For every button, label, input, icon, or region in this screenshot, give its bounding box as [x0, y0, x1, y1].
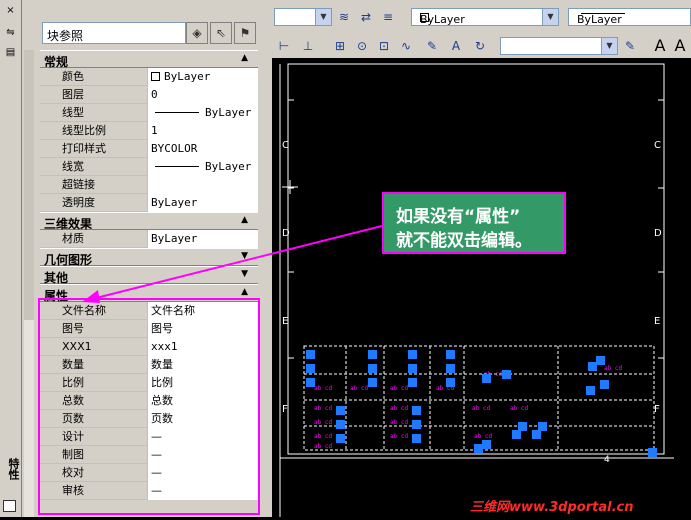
cad-window: × ⇋ ▤ 特性 块参照 ▼ ◈ ⇖ ⚑ 常规▲颜色ByLayer图层0线型By… — [0, 0, 691, 517]
callout-line-1: 如果没有“属性” — [396, 207, 521, 227]
watermark-text: 三维网www.3dportal.cn — [470, 500, 634, 515]
callout-line-2: 就不能双击编辑。 — [396, 231, 532, 251]
callout-arrow — [82, 225, 383, 303]
annotation-callout: 如果没有“属性” 就不能双击编辑。 — [382, 192, 566, 254]
